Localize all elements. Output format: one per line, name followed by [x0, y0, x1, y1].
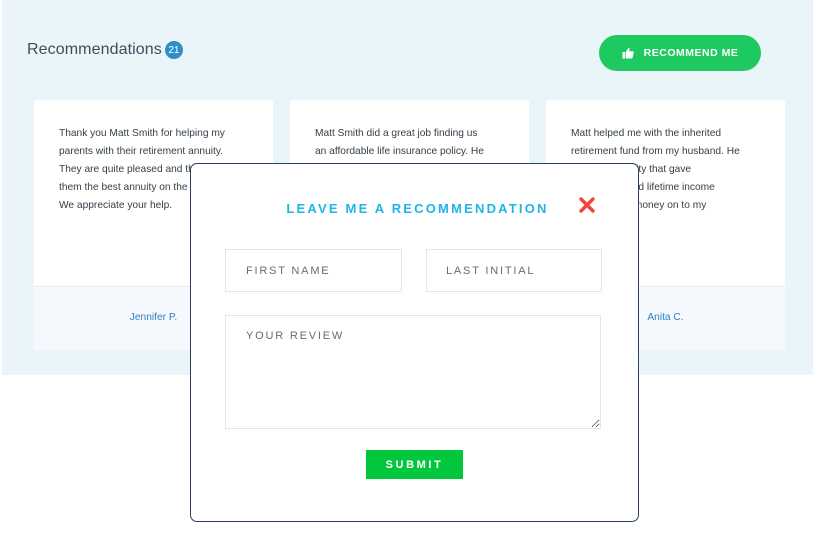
modal-title: LEAVE ME A RECOMMENDATION [286, 201, 549, 216]
section-title: Recommendations [27, 41, 162, 58]
review-textarea[interactable] [225, 315, 601, 429]
first-name-input[interactable] [225, 249, 402, 292]
close-x-icon[interactable] [578, 196, 596, 214]
text-line: retirement fund from my husband. He [571, 146, 740, 157]
recommend-me-label: RECOMMEND ME [643, 47, 739, 59]
recommend-me-button[interactable]: RECOMMEND ME [599, 35, 761, 71]
text-line: Matt helped me with the inherited [571, 128, 722, 139]
text-line: Thank you Matt Smith for helping my [59, 128, 225, 139]
text-line: parents with their retirement annuity. [59, 146, 224, 157]
text-line: Matt Smith did a great job finding us [315, 128, 478, 139]
recommendations-header: Recommendations 21 [27, 41, 183, 59]
recommendation-text: Matt Smith did a great job finding us an… [315, 125, 515, 161]
page: Recommendations 21 RECOMMEND ME Thank yo… [0, 0, 813, 551]
recommendation-count-badge: 21 [164, 41, 183, 59]
last-initial-input[interactable] [426, 249, 602, 292]
thumbs-up-icon [622, 47, 634, 59]
recommendation-modal: LEAVE ME A RECOMMENDATION SUBMIT [190, 163, 639, 522]
submit-button[interactable]: SUBMIT [366, 450, 463, 479]
text-line: an affordable life insurance policy. He [315, 146, 484, 157]
